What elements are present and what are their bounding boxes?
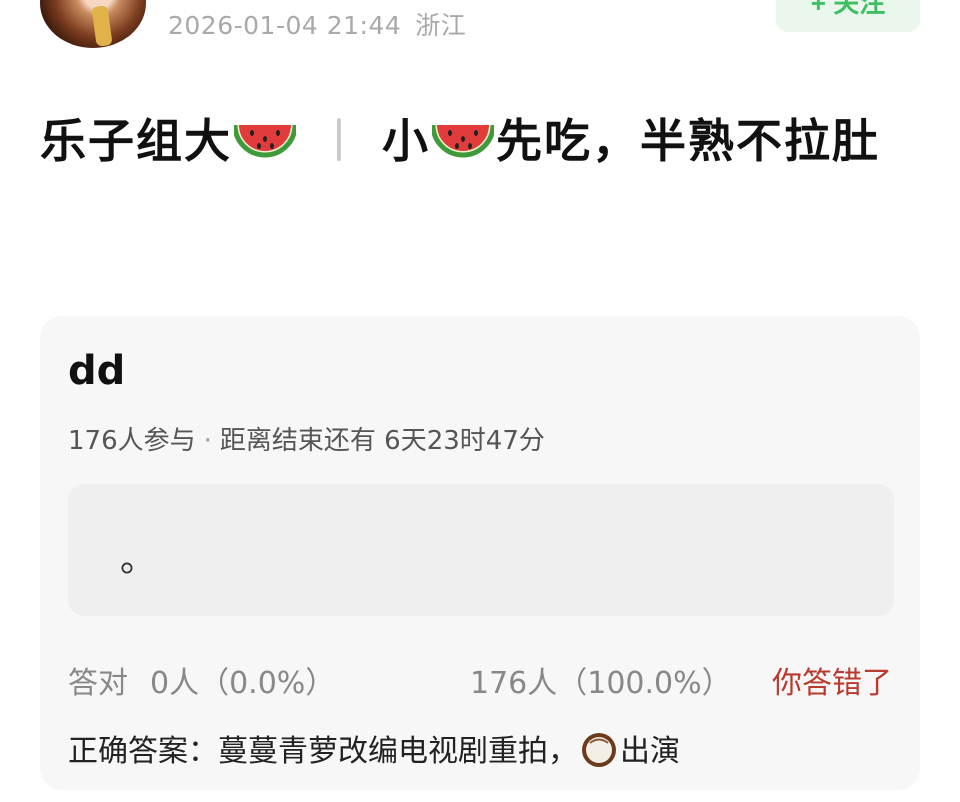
- poll-name: dd: [68, 348, 126, 394]
- answer-suffix: 出演: [620, 734, 680, 769]
- poll-countdown: 距离结束还有 6天23时47分: [219, 426, 545, 456]
- avatar[interactable]: [40, 0, 146, 48]
- poll-option-text: 。: [120, 539, 157, 580]
- correct-label: 答对: [68, 666, 128, 701]
- correct-answer: 正确答案：蔓蔓青萝改编电视剧重拍， 出演: [68, 726, 680, 770]
- avatar-detail: [91, 5, 113, 47]
- poll-participants: 176人参与: [68, 426, 196, 456]
- poll-card: dd 176人参与 · 距离结束还有 6天23时47分 。 答对 0人（0.0%） 1…: [40, 316, 920, 790]
- watermelon-emoji-icon: [432, 124, 494, 158]
- watermelon-emoji-icon: [234, 124, 296, 158]
- post-datetime: 2026-01-04 21:44: [168, 11, 402, 40]
- title-part3: 先吃，半熟不拉肚: [496, 114, 880, 168]
- follow-button[interactable]: + 关注: [776, 0, 920, 32]
- stats-dot: ·: [203, 426, 212, 456]
- poll-option[interactable]: 。: [68, 484, 894, 616]
- title-separator: 丨: [316, 114, 364, 168]
- post-location: 浙江: [415, 11, 467, 40]
- post-meta: 2026-01-04 21:44 浙江: [168, 6, 466, 42]
- coconut-emoji-icon: [582, 733, 616, 767]
- weibo-post-page: 2026-01-04 21:44 浙江 + 关注 乐子组大 丨小 先吃，半熟不拉肚…: [0, 0, 960, 802]
- post-title: 乐子组大 丨小 先吃，半熟不拉肚: [40, 106, 920, 176]
- poll-stats: 176人参与 · 距离结束还有 6天23时47分: [68, 420, 545, 457]
- correct-count: 0人（0.0%）: [150, 666, 336, 701]
- title-part1: 乐子组大: [40, 114, 232, 168]
- result-correct: 答对 0人（0.0%）: [68, 658, 335, 702]
- title-part2: 小: [382, 114, 430, 168]
- wrong-count: 176人（100.0%）: [470, 666, 732, 701]
- answer-prefix: 正确答案：蔓蔓青萝改编电视剧重拍，: [68, 734, 578, 769]
- answer-status: 你答错了: [772, 666, 892, 701]
- result-wrong: 176人（100.0%）: [470, 658, 732, 702]
